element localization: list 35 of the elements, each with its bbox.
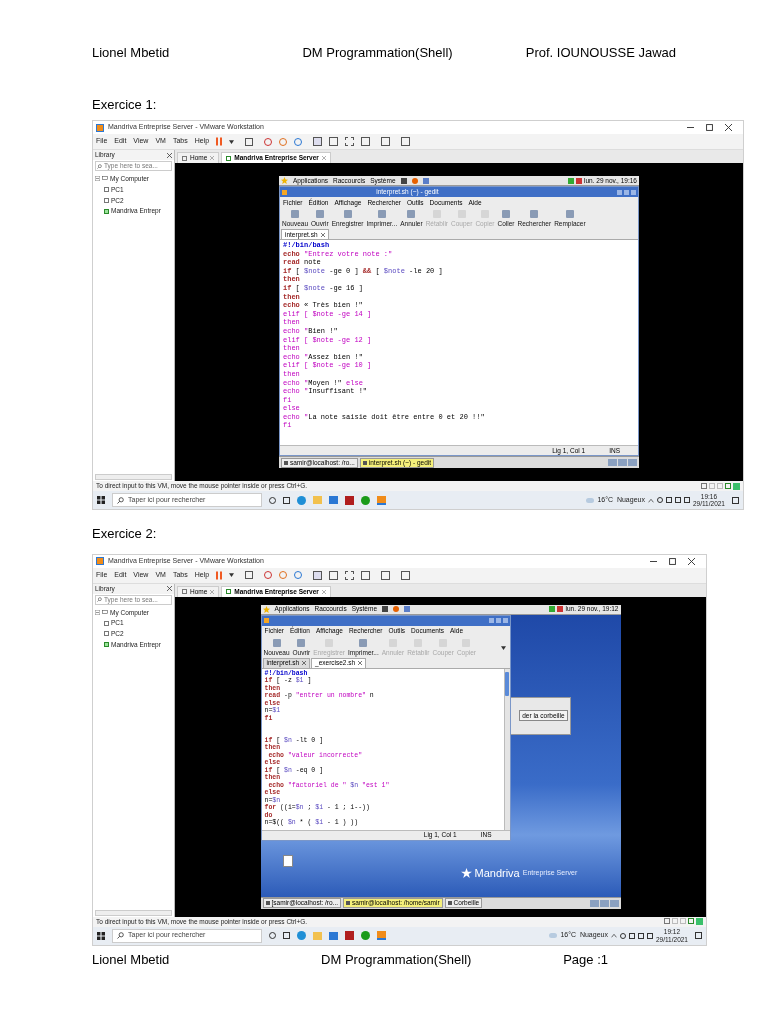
footer-author: Lionel Mbetid bbox=[92, 950, 170, 969]
chevron-up-icon[interactable] bbox=[610, 933, 617, 938]
chevron-up-icon[interactable] bbox=[647, 497, 654, 503]
section-heading: Exercice 2: bbox=[92, 525, 157, 543]
star-icon bbox=[262, 605, 270, 613]
search-icon bbox=[117, 932, 124, 939]
page-number: Page :1 bbox=[563, 950, 608, 969]
scrollbar[interactable] bbox=[95, 474, 172, 480]
collapse-icon[interactable] bbox=[95, 176, 100, 182]
pause-icon[interactable] bbox=[216, 570, 223, 580]
monitor-icon bbox=[102, 176, 108, 182]
windows-logo-icon[interactable] bbox=[97, 931, 105, 940]
caret-icon[interactable] bbox=[229, 139, 235, 144]
collapse-icon[interactable] bbox=[95, 609, 100, 615]
monitor-icon bbox=[102, 609, 108, 615]
header-author: Lionel Mbetid bbox=[92, 44, 170, 62]
search-icon bbox=[97, 163, 102, 169]
caret-icon[interactable] bbox=[229, 573, 235, 577]
pause-icon[interactable] bbox=[216, 137, 223, 146]
caret-icon[interactable] bbox=[500, 645, 506, 650]
search-icon bbox=[97, 597, 102, 602]
header-title: DM Programmation(Shell) bbox=[302, 44, 453, 62]
star-icon bbox=[281, 177, 288, 184]
section-heading: Exercice 1: bbox=[92, 95, 157, 114]
search-icon bbox=[117, 496, 124, 504]
fullscreen-icon bbox=[345, 570, 355, 580]
file-icon bbox=[282, 854, 293, 867]
fullscreen-icon bbox=[345, 137, 355, 146]
windows-logo-icon[interactable] bbox=[97, 496, 105, 504]
scrollbar[interactable] bbox=[95, 909, 172, 916]
footer-title: DM Programmation(Shell) bbox=[321, 950, 472, 969]
scrollbar[interactable] bbox=[503, 668, 510, 830]
logo-text: Mandriva bbox=[474, 865, 520, 881]
header-teacher: Prof. IOUNOUSSE Jawad bbox=[525, 44, 676, 62]
star-icon bbox=[460, 867, 472, 878]
